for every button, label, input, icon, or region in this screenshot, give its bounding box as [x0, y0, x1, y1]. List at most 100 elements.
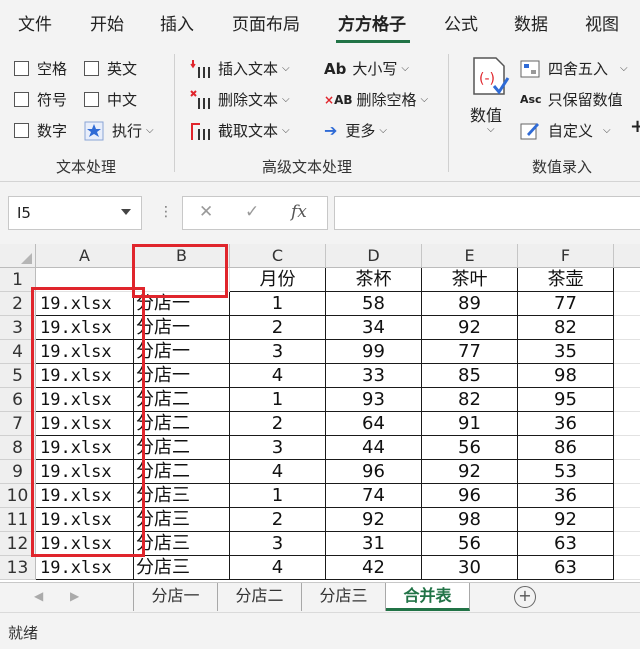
row-header[interactable]: 6 — [0, 388, 36, 412]
table-cell[interactable]: 82 — [518, 316, 614, 340]
table-cell[interactable] — [614, 364, 640, 388]
table-cell[interactable] — [614, 460, 640, 484]
sheet-tab-store-2[interactable]: 分店二 — [218, 583, 302, 611]
table-cell[interactable]: 19.xlsx — [36, 556, 134, 580]
table-cell[interactable]: 30 — [422, 556, 518, 580]
table-cell[interactable] — [614, 532, 640, 556]
table-cell[interactable]: 分店一 — [134, 364, 230, 388]
cancel-icon[interactable]: ✕ — [199, 202, 213, 222]
table-cell[interactable]: 4 — [230, 364, 326, 388]
header-cell[interactable] — [614, 268, 640, 292]
insert-text-button[interactable]: 插入文本 ⌵ — [190, 58, 290, 79]
row-header[interactable]: 4 — [0, 340, 36, 364]
table-cell[interactable]: 82 — [422, 388, 518, 412]
table-cell[interactable] — [614, 340, 640, 364]
table-cell[interactable]: 2 — [230, 412, 326, 436]
column-header-f[interactable]: F — [518, 244, 614, 268]
table-cell[interactable] — [614, 556, 640, 580]
tab-page-layout[interactable]: 页面布局 — [232, 10, 300, 35]
table-cell[interactable]: 19.xlsx — [36, 340, 134, 364]
table-cell[interactable]: 58 — [326, 292, 422, 316]
table-cell[interactable]: 分店三 — [134, 556, 230, 580]
table-cell[interactable]: 1 — [230, 388, 326, 412]
table-cell[interactable]: 3 — [230, 532, 326, 556]
table-cell[interactable]: 4 — [230, 556, 326, 580]
table-cell[interactable]: 77 — [422, 340, 518, 364]
table-cell[interactable]: 19.xlsx — [36, 412, 134, 436]
row-header[interactable]: 2 — [0, 292, 36, 316]
table-cell[interactable]: 1 — [230, 292, 326, 316]
table-cell[interactable]: 85 — [422, 364, 518, 388]
table-cell[interactable]: 分店二 — [134, 412, 230, 436]
confirm-icon[interactable]: ✓ — [245, 202, 259, 222]
table-cell[interactable]: 91 — [422, 412, 518, 436]
table-cell[interactable]: 34 — [326, 316, 422, 340]
table-cell[interactable]: 2 — [230, 508, 326, 532]
table-cell[interactable]: 92 — [422, 316, 518, 340]
table-cell[interactable]: 35 — [518, 340, 614, 364]
table-cell[interactable]: 分店一 — [134, 292, 230, 316]
row-header[interactable]: 7 — [0, 412, 36, 436]
header-cell[interactable]: 月份 — [230, 268, 326, 292]
table-cell[interactable]: 3 — [230, 340, 326, 364]
header-cell[interactable]: 茶壶 — [518, 268, 614, 292]
table-cell[interactable]: 86 — [518, 436, 614, 460]
table-cell[interactable]: 42 — [326, 556, 422, 580]
table-cell[interactable]: 2 — [230, 316, 326, 340]
table-cell[interactable]: 19.xlsx — [36, 532, 134, 556]
round-button[interactable]: 四舍五入 ⌵ — [520, 58, 628, 79]
table-cell[interactable] — [614, 292, 640, 316]
table-cell[interactable]: 分店三 — [134, 508, 230, 532]
sheet-tab-merged[interactable]: 合并表 — [386, 583, 470, 611]
row-header[interactable]: 3 — [0, 316, 36, 340]
custom-button[interactable]: 自定义 ⌵ — [520, 120, 611, 141]
row-header[interactable]: 10 — [0, 484, 36, 508]
header-cell[interactable]: 茶叶 — [422, 268, 518, 292]
table-cell[interactable]: 31 — [326, 532, 422, 556]
table-cell[interactable]: 93 — [326, 388, 422, 412]
scroll-left-icon[interactable]: ◀ — [34, 589, 43, 603]
checkbox-space[interactable]: 空格 — [14, 58, 67, 79]
insert-function-icon[interactable]: fx — [291, 202, 307, 222]
table-cell[interactable]: 96 — [326, 460, 422, 484]
table-cell[interactable] — [614, 316, 640, 340]
table-cell[interactable]: 92 — [326, 508, 422, 532]
table-cell[interactable]: 1 — [230, 484, 326, 508]
table-cell[interactable]: 19.xlsx — [36, 364, 134, 388]
table-cell[interactable] — [614, 436, 640, 460]
table-cell[interactable]: 74 — [326, 484, 422, 508]
table-cell[interactable]: 分店一 — [134, 340, 230, 364]
table-cell[interactable]: 分店二 — [134, 436, 230, 460]
sheet-tab-store-1[interactable]: 分店一 — [134, 583, 218, 611]
add-sheet-icon[interactable]: + — [514, 586, 536, 608]
table-cell[interactable]: 63 — [518, 532, 614, 556]
tab-formulas[interactable]: 公式 — [444, 10, 478, 35]
numeric-button[interactable]: (-) 数值 ⌵ — [464, 56, 512, 146]
delete-space-button[interactable]: ×AB 删除空格 ⌵ — [324, 89, 428, 110]
table-cell[interactable]: 分店一 — [134, 316, 230, 340]
header-cell[interactable] — [134, 268, 230, 292]
column-header-b[interactable]: B — [134, 244, 230, 268]
table-cell[interactable] — [614, 484, 640, 508]
column-header-c[interactable]: C — [230, 244, 326, 268]
row-header[interactable]: 13 — [0, 556, 36, 580]
table-cell[interactable] — [614, 412, 640, 436]
table-cell[interactable]: 92 — [422, 460, 518, 484]
row-header[interactable]: 8 — [0, 436, 36, 460]
table-cell[interactable]: 19.xlsx — [36, 292, 134, 316]
name-box[interactable]: I5 — [8, 196, 142, 230]
table-cell[interactable]: 99 — [326, 340, 422, 364]
table-cell[interactable]: 19.xlsx — [36, 484, 134, 508]
table-cell[interactable]: 63 — [518, 556, 614, 580]
table-cell[interactable]: 53 — [518, 460, 614, 484]
column-header-d[interactable]: D — [326, 244, 422, 268]
table-cell[interactable] — [614, 388, 640, 412]
table-cell[interactable]: 36 — [518, 484, 614, 508]
table-cell[interactable]: 89 — [422, 292, 518, 316]
extract-text-button[interactable]: 截取文本 ⌵ — [190, 120, 290, 141]
table-cell[interactable]: 56 — [422, 532, 518, 556]
table-cell[interactable]: 92 — [518, 508, 614, 532]
table-cell[interactable]: 分店三 — [134, 532, 230, 556]
table-cell[interactable]: 分店三 — [134, 484, 230, 508]
scroll-right-icon[interactable]: ▶ — [70, 589, 79, 603]
